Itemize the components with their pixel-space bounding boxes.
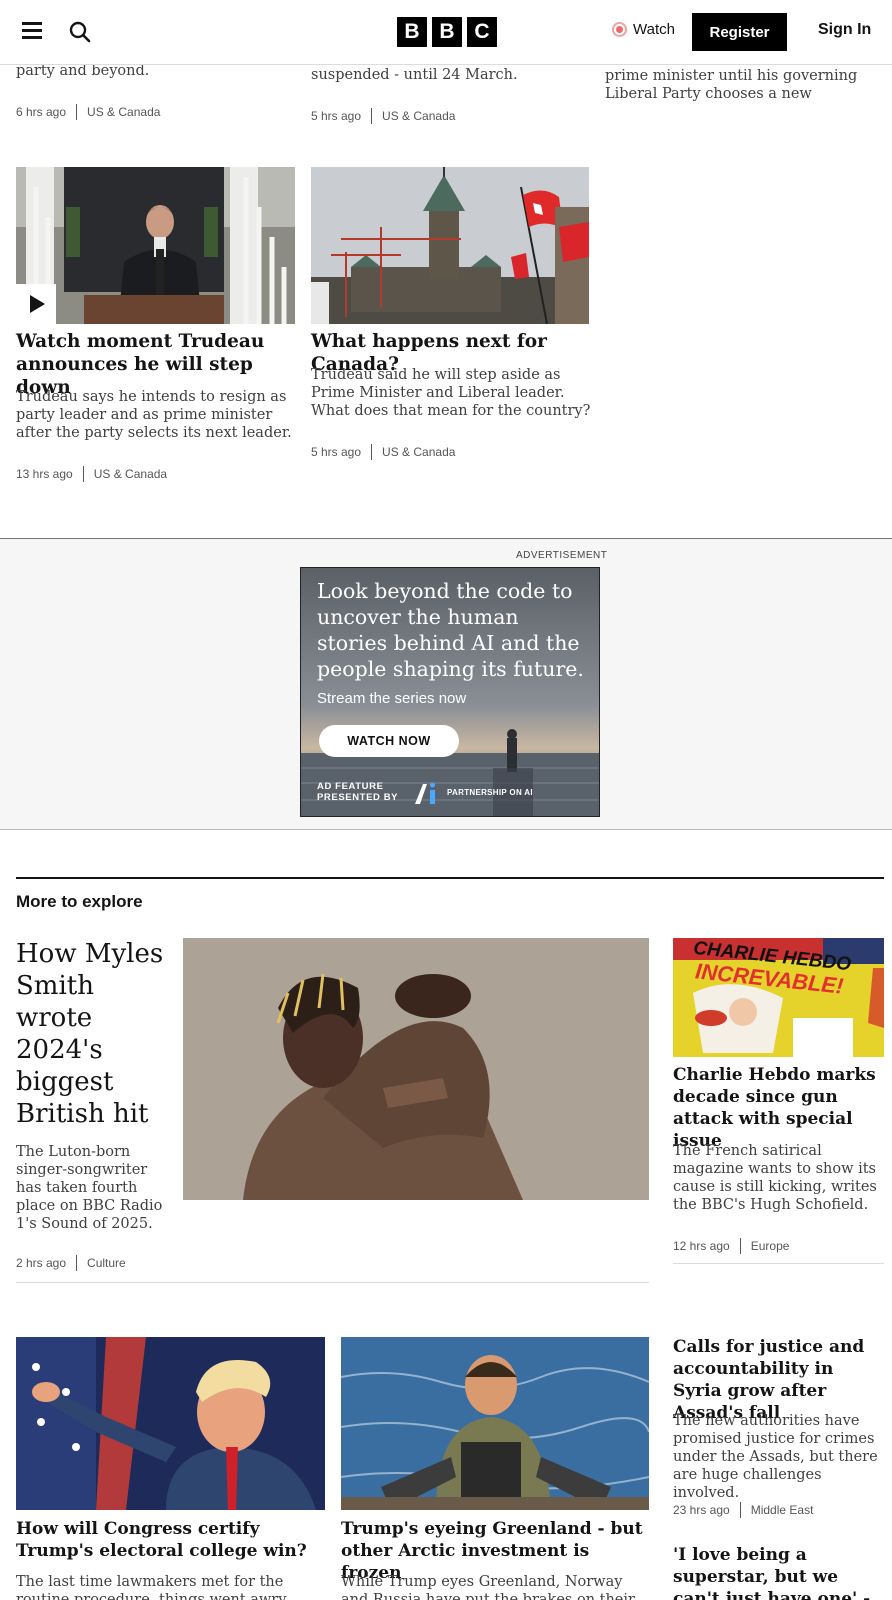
card-snippet: Trudeau says he intends to resign as par… <box>16 389 292 441</box>
section-link[interactable]: US & Canada <box>87 105 160 119</box>
watch-label: Watch <box>633 21 675 38</box>
video-play-button[interactable] <box>16 284 56 324</box>
section-link[interactable]: Culture <box>87 1256 126 1270</box>
top-card-2-meta: 5 hrs ago US & Canada <box>311 108 455 124</box>
trudeau-speech-image[interactable] <box>16 167 295 324</box>
card-headline[interactable]: 'I love being a superstar, but we can't … <box>673 1544 884 1600</box>
ad-subline: Stream the series now <box>317 690 467 707</box>
card-snippet: While Trump eyes Greenland, Norway and R… <box>341 1574 635 1600</box>
timestamp: 12 hrs ago <box>673 1239 730 1253</box>
watch-link[interactable]: Watch <box>612 21 675 38</box>
timestamp: 13 hrs ago <box>16 467 73 481</box>
card-meta: 5 hrs ago US & Canada <box>311 444 455 460</box>
search-icon[interactable] <box>69 21 91 43</box>
timestamp: 5 hrs ago <box>311 445 362 459</box>
section-title: More to explore <box>16 892 143 911</box>
bbc-logo[interactable]: B B C <box>397 17 497 47</box>
feature-meta: 2 hrs ago Culture <box>16 1255 126 1271</box>
section-link[interactable]: US & Canada <box>382 109 455 123</box>
card-snippet: The new authorities have promised justic… <box>673 1413 878 1501</box>
trump-image[interactable] <box>16 1337 325 1510</box>
parliament-hill-image[interactable] <box>311 167 589 324</box>
section-link[interactable]: Europe <box>751 1239 790 1253</box>
partnership-on-ai-logo-icon <box>415 782 435 804</box>
card-snippet: The last time lawmakers met for the rout… <box>16 1574 290 1600</box>
feature-headline[interactable]: How Myles Smith wrote 2024's biggest Bri… <box>16 938 176 1130</box>
divider <box>16 1282 649 1283</box>
ad-headline: Look beyond the code to uncover the huma… <box>317 579 584 681</box>
ad-watch-now-button[interactable]: WATCH NOW <box>319 725 459 757</box>
sign-in-link[interactable]: Sign In <box>818 21 871 39</box>
timestamp: 23 hrs ago <box>673 1503 730 1517</box>
side-headline[interactable]: Charlie Hebdo marks decade since gun att… <box>673 1064 884 1152</box>
myles-smith-image[interactable] <box>183 938 649 1200</box>
card-snippet: Trudeau said he will step aside as Prime… <box>311 367 591 419</box>
live-dot-icon <box>612 22 627 37</box>
ad-banner[interactable]: Look beyond the code to uncover the huma… <box>300 567 600 817</box>
top-card-1-meta: 6 hrs ago US & Canada <box>16 104 160 120</box>
feature-snippet: The Luton-born singer-songwriter has tak… <box>16 1144 163 1232</box>
section-divider <box>16 877 884 879</box>
card-meta: 23 hrs ago Middle East <box>673 1502 813 1518</box>
register-button[interactable]: Register <box>692 13 787 51</box>
advertisement-label: ADVERTISEMENT <box>516 550 608 561</box>
timestamp: 6 hrs ago <box>16 105 67 119</box>
section-link[interactable]: Middle East <box>751 1503 814 1517</box>
side-snippet: The French satirical magazine wants to s… <box>673 1143 877 1213</box>
side-meta: 12 hrs ago Europe <box>673 1238 789 1254</box>
logo-letter: C <box>467 17 497 47</box>
advertisement-section: ADVERTISEMENT Look beyond the code to un <box>0 538 892 830</box>
play-icon <box>30 295 45 313</box>
card-headline[interactable]: Calls for justice and accountability in … <box>673 1336 884 1424</box>
ad-feature-label: AD FEATURE PRESENTED BY <box>317 781 399 803</box>
section-link[interactable]: US & Canada <box>382 445 455 459</box>
charlie-hebdo-image[interactable]: CHARLIE HEBDO INCREVABLE! <box>673 938 884 1057</box>
menu-icon[interactable] <box>22 22 42 40</box>
top-card-2-snippet: suspended - until 24 March. <box>311 67 518 83</box>
timestamp: 5 hrs ago <box>311 109 362 123</box>
top-card-3-snippet: prime minister until his governing Liber… <box>605 68 858 105</box>
card-meta: 13 hrs ago US & Canada <box>16 466 167 482</box>
logo-letter: B <box>432 17 462 47</box>
divider <box>673 1263 884 1264</box>
section-link[interactable]: US & Canada <box>94 467 167 481</box>
card-headline[interactable]: How will Congress certify Trump's electo… <box>16 1518 326 1562</box>
timestamp: 2 hrs ago <box>16 1256 67 1270</box>
ad-partner-name: PARTNERSHIP ON AI <box>447 788 533 797</box>
greenland-fisherman-image[interactable] <box>341 1337 649 1510</box>
site-header: B B C Watch Register Sign In <box>0 0 892 65</box>
logo-letter: B <box>397 17 427 47</box>
